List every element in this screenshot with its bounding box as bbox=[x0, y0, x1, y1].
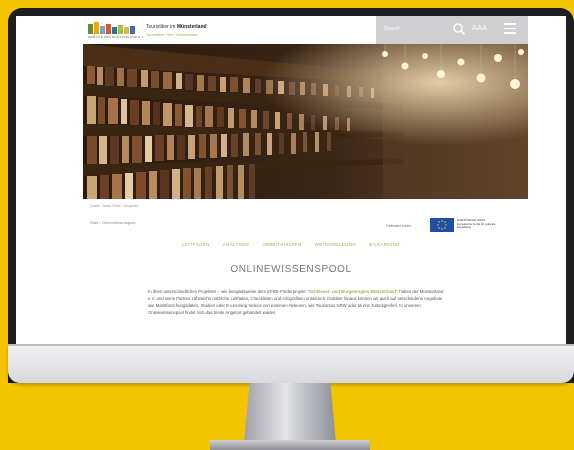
browser-screen: WEBSITE DER MUNSTERLAND E.V. Touristiker… bbox=[16, 16, 566, 344]
section-nav: LEITFÄDEN ANALYSEN ARBEITSHILFEN WEITERB… bbox=[16, 242, 566, 247]
font-size-toggle[interactable]: AAA bbox=[472, 25, 488, 32]
site-title: Touristiker im Münsterland bbox=[146, 24, 207, 30]
nav-item-e-learning[interactable]: E-LEARNING bbox=[369, 242, 400, 247]
logo-subtext: WEBSITE DER MUNSTERLAND E.V. bbox=[88, 35, 145, 39]
site-header: WEBSITE DER MUNSTERLAND E.V. Touristiker… bbox=[16, 16, 566, 44]
site-title-prefix: Touristiker im bbox=[146, 24, 176, 30]
monitor-chin bbox=[8, 345, 574, 383]
site-title-region: Münsterland bbox=[176, 24, 207, 30]
hero-image-library bbox=[83, 44, 528, 199]
nav-item-weiterbildung[interactable]: WEITERBILDUNG bbox=[315, 242, 356, 247]
breadcrumb[interactable]: Start › Onlinewissenspool bbox=[90, 220, 135, 225]
eu-fund-text: EUROPÄISCHE UNION Europäischer Fonds für… bbox=[457, 219, 496, 229]
monitor-bezel-edge bbox=[8, 344, 574, 346]
funding-label: Gefördert durch: bbox=[386, 224, 412, 228]
page-title: ONLINEWISSENSPOOL bbox=[230, 264, 352, 275]
project-link[interactable]: "Schlösser- und Burgenregion Münsterland… bbox=[307, 289, 398, 294]
nav-item-arbeitshilfen[interactable]: ARBEITSHILFEN bbox=[262, 242, 301, 247]
image-caption: Quelle: Janko Ferlič / Unsplash bbox=[90, 204, 139, 208]
intro-text-a: In ihren unterschiedlichen Projekten – w… bbox=[148, 289, 307, 294]
eu-flag-logo bbox=[430, 218, 454, 232]
intro-text: In ihren unterschiedlichen Projekten – w… bbox=[148, 288, 444, 316]
monitor-stand bbox=[244, 383, 336, 443]
nav-item-analysen[interactable]: ANALYSEN bbox=[223, 242, 249, 247]
search-icon[interactable] bbox=[452, 22, 466, 36]
nav-item-leitfaeden[interactable]: LEITFÄDEN bbox=[182, 242, 209, 247]
site-claim: Touristiker. Hier. Gemeinsam. bbox=[146, 32, 199, 37]
monitor-stand-base bbox=[210, 440, 370, 450]
hamburger-menu-icon[interactable] bbox=[504, 23, 516, 35]
header-tools: Search AAA bbox=[376, 16, 528, 44]
search-input[interactable]: Search bbox=[384, 26, 400, 32]
